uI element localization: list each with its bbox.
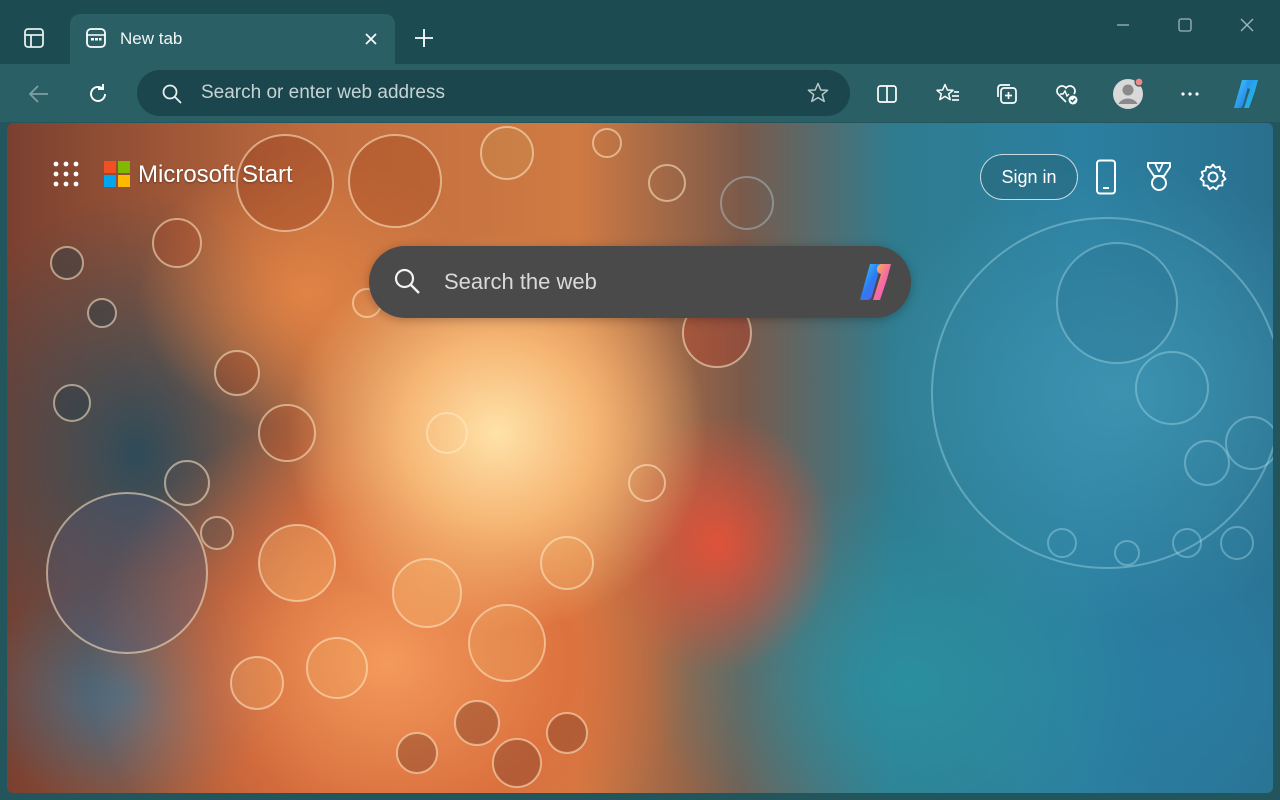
favorites-button[interactable] <box>930 76 966 112</box>
tab-strip: New tab <box>0 0 1280 64</box>
back-arrow-icon <box>28 85 48 103</box>
collections-icon <box>997 84 1017 104</box>
brand-title[interactable]: Microsoft Start <box>138 161 293 189</box>
tab-title: New tab <box>120 29 183 48</box>
more-icon <box>1181 92 1199 96</box>
microsoft-logo <box>104 161 130 187</box>
web-search-box[interactable] <box>369 246 911 318</box>
tab-new-tab[interactable]: New tab <box>70 14 395 64</box>
minimize-icon <box>1117 24 1129 26</box>
browser-window: New tab Search or enter web address Micr… <box>0 0 1280 800</box>
split-screen-button[interactable] <box>869 76 905 112</box>
apps-grid-icon[interactable] <box>52 160 80 188</box>
favorites-icon <box>936 83 959 101</box>
copilot-icon[interactable] <box>855 260 899 304</box>
close-icon <box>365 33 377 45</box>
tab-actions-icon <box>24 28 44 48</box>
search-icon <box>162 84 182 104</box>
refresh-button[interactable] <box>80 76 116 112</box>
mobile-app-button[interactable] <box>1088 157 1124 197</box>
profile-button[interactable] <box>1110 76 1146 112</box>
web-search-input[interactable] <box>444 266 844 298</box>
window-close-button[interactable] <box>1223 8 1271 42</box>
tab-actions-button[interactable] <box>14 20 54 56</box>
browser-essentials-button[interactable] <box>1049 76 1085 112</box>
new-tab-page: Microsoft Start Sign in <box>7 123 1273 793</box>
address-input[interactable] <box>201 78 781 108</box>
address-bar[interactable] <box>137 70 850 116</box>
rewards-trophy-icon <box>1147 162 1171 191</box>
back-button[interactable] <box>21 76 57 112</box>
new-tab-button[interactable] <box>408 22 440 54</box>
background-image <box>46 126 1273 788</box>
refresh-icon <box>90 84 106 102</box>
settings-gear-icon <box>1199 163 1227 191</box>
copilot-button[interactable] <box>1229 76 1265 112</box>
phone-icon <box>1096 159 1116 195</box>
settings-button[interactable] <box>1195 157 1231 197</box>
star-icon[interactable] <box>806 81 830 105</box>
minimize-button[interactable] <box>1099 8 1147 42</box>
copilot-icon <box>1234 79 1258 109</box>
plus-icon <box>415 29 433 47</box>
tab-close-button[interactable] <box>359 27 383 51</box>
profile-avatar <box>1113 77 1144 109</box>
close-icon <box>1240 18 1254 32</box>
split-screen-icon <box>877 85 897 103</box>
maximize-button[interactable] <box>1161 8 1209 42</box>
search-icon <box>394 268 420 294</box>
new-tab-page-icon <box>86 28 106 48</box>
browser-essentials-icon <box>1056 85 1078 105</box>
more-button[interactable] <box>1172 76 1208 112</box>
browser-toolbar <box>0 64 1280 122</box>
sign-in-button[interactable]: Sign in <box>980 154 1078 200</box>
collections-button[interactable] <box>989 76 1025 112</box>
rewards-button[interactable] <box>1141 157 1177 197</box>
maximize-icon <box>1178 18 1192 32</box>
